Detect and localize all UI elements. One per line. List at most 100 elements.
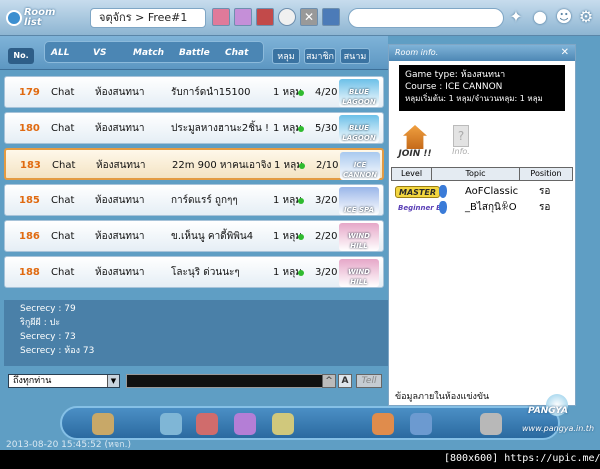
player-pin-icon: [439, 185, 447, 198]
room-create-icon[interactable]: [372, 413, 394, 435]
room-title: 22m 900 หาคนเอาจิง: [172, 160, 272, 171]
chat-target-select[interactable]: ถึงทุกท่าน ▼: [8, 374, 120, 388]
join-label: JOIN !!: [398, 149, 432, 159]
course-thumbnail: ICE SPA: [339, 187, 379, 215]
chat-message-input[interactable]: [126, 374, 336, 388]
sort-course-button[interactable]: สนาม: [340, 48, 370, 64]
filter-all-tab[interactable]: ALL: [51, 42, 69, 64]
tell-button[interactable]: Tell: [356, 374, 382, 388]
room-list: 179 Chat ห้องสนทนา รับการ์ดนำ15100 1 หลุม 4/2…: [4, 76, 388, 298]
room-row[interactable]: 183 Chat ห้องสนทนา 22m 900 หาคนเอาจิง 1 หลุม…: [4, 148, 384, 180]
chat-input-bar: ถึงทุกท่าน ▼ ^ A Tell: [0, 372, 388, 390]
room-type: Chat: [51, 123, 75, 134]
course-thumbnail: ICE CANNON: [340, 152, 380, 180]
sort-members-button[interactable]: สมาชิก: [304, 48, 336, 64]
exit-icon[interactable]: [92, 413, 114, 435]
room-row[interactable]: 186 Chat ห้องสนทนา ข.เห็นนู คาดี้พิพิน4 1 หล…: [4, 220, 384, 252]
close-icon[interactable]: ✕: [561, 45, 569, 61]
sort-number-button[interactable]: No.: [8, 48, 34, 64]
col-level: Level: [392, 168, 432, 180]
room-mode: ห้องสนทนา: [95, 267, 145, 278]
course-label: BLUE LAGOON: [342, 88, 376, 106]
chat-bubble-icon[interactable]: ●: [530, 8, 550, 28]
status-dot-icon: [298, 270, 304, 276]
shop-icon[interactable]: [160, 413, 182, 435]
lounge-icon[interactable]: [410, 413, 432, 435]
options-icon[interactable]: [480, 413, 502, 435]
col-topic: Topic: [432, 168, 520, 180]
filter-chat-tab[interactable]: Chat: [225, 42, 248, 64]
room-mode: ห้องสนทนา: [95, 195, 145, 206]
status-dot-icon: [298, 198, 304, 204]
course-text: Course : ICE CANNON: [405, 82, 503, 92]
room-type: Chat: [51, 87, 75, 98]
filter-vs-tab[interactable]: VS: [93, 42, 106, 64]
ball-icon[interactable]: [278, 8, 296, 26]
room-details: Game type: ห้องสนทนา Course : ICE CANNON…: [399, 65, 565, 111]
room-row[interactable]: 188 Chat ห้องสนทนา โละนุริ ด่วนนะๆ 1 หลุม 3/2…: [4, 256, 384, 288]
upload-watermark: [800x600] https://upic.me/: [438, 451, 600, 469]
avatar-icon-1[interactable]: [212, 8, 230, 26]
holes-text: หลุมเริ่มต้น: 1 หลุม/จำนวนหลุม: 1 หลุม: [405, 94, 543, 103]
chat-target-value: ถึงทุกท่าน: [13, 376, 52, 386]
info-icon: ?: [453, 125, 469, 147]
room-row[interactable]: 185 Chat ห้องสนทนา การ์ดแรร์ ถูกๆๆ 1 หลุม 3/2…: [4, 184, 384, 216]
room-type: Chat: [52, 160, 76, 171]
room-row[interactable]: 180 Chat ห้องสนทนา ประมูลหางฮานะ2ชิ้น ! 1 หล…: [4, 112, 384, 144]
filter-battle-tab[interactable]: Battle: [179, 42, 210, 64]
chat-line: Secrecy : ห้อง 73: [20, 346, 95, 356]
filter-bar: No. ALL VS Match Battle Chat หลุม สมาชิก…: [0, 36, 388, 70]
chat-line: Secrecy : 79: [20, 304, 76, 314]
player-position: รอ: [539, 202, 551, 213]
font-button[interactable]: A: [338, 374, 352, 388]
scratch-icon[interactable]: [272, 413, 294, 435]
search-input[interactable]: [348, 8, 504, 28]
chat-line: ริกูผีผี : ปะ: [20, 318, 61, 328]
room-type: Chat: [51, 267, 75, 278]
course-label: WIND HILL: [348, 268, 370, 286]
home-icon[interactable]: [234, 413, 256, 435]
room-number: 188: [19, 267, 40, 278]
chat-log: Secrecy : 79 ริกูผีผี : ปะ Secrecy : 73 …: [4, 300, 388, 366]
room-row[interactable]: 179 Chat ห้องสนทนา รับการ์ดนำ15100 1 หลุม 4/2…: [4, 76, 384, 108]
room-player-count: 4/20: [315, 87, 338, 98]
map-icon[interactable]: [322, 8, 340, 26]
card-icon[interactable]: [256, 8, 274, 26]
join-button[interactable]: JOIN !!: [397, 125, 433, 163]
room-mode: ห้องสนทนา: [95, 87, 145, 98]
room-player-count: 2/20: [315, 231, 338, 242]
gear-icon[interactable]: ⚙: [576, 8, 596, 28]
skull-icon[interactable]: ☻: [554, 8, 574, 28]
room-number: 179: [19, 87, 40, 98]
status-dot-icon: [298, 90, 304, 96]
locker-icon[interactable]: [196, 413, 218, 435]
avatar-icon-2[interactable]: [234, 8, 252, 26]
logo-text: Room list: [24, 7, 56, 28]
room-player-count: 5/30: [315, 123, 338, 134]
player-row[interactable]: Beginner B _BไสกุนิꆜO รอ: [391, 201, 573, 215]
top-bar: Room list จตุจักร > Free#1 ✕ ✦ ● ☻ ⚙: [0, 0, 600, 36]
filter-match-tab[interactable]: Match: [133, 42, 164, 64]
course-label: ICE SPA: [344, 206, 374, 214]
room-type: Chat: [51, 195, 75, 206]
room-info-panel: Room info. ✕ Game type: ห้องสนทนา Course…: [388, 44, 576, 406]
player-name: AoFClassic: [465, 186, 519, 197]
room-info-footer: ข้อมูลภายในห้องแข่งขัน: [395, 392, 490, 402]
close-icon[interactable]: ✕: [300, 8, 318, 26]
emoticon-icon[interactable]: ^: [322, 374, 336, 388]
player-row[interactable]: MASTER AoFClassic รอ: [391, 185, 573, 199]
chevron-down-icon[interactable]: ▼: [107, 375, 119, 387]
room-number: 186: [19, 231, 40, 242]
level-badge: MASTER: [395, 186, 440, 198]
bottom-dock: [60, 406, 560, 440]
sparkle-icon[interactable]: ✦: [506, 8, 526, 28]
room-number: 180: [19, 123, 40, 134]
sort-holes-button[interactable]: หลุม: [272, 48, 300, 64]
room-player-count: 2/10: [316, 160, 339, 171]
room-number: 185: [19, 195, 40, 206]
room-list-logo: Room list: [6, 4, 64, 32]
room-mode: ห้องสนทนา: [95, 231, 145, 242]
room-mode: ห้องสนทนา: [96, 160, 146, 171]
channel-breadcrumb[interactable]: จตุจักร > Free#1: [90, 8, 206, 28]
info-button[interactable]: ? Info.: [447, 125, 475, 163]
